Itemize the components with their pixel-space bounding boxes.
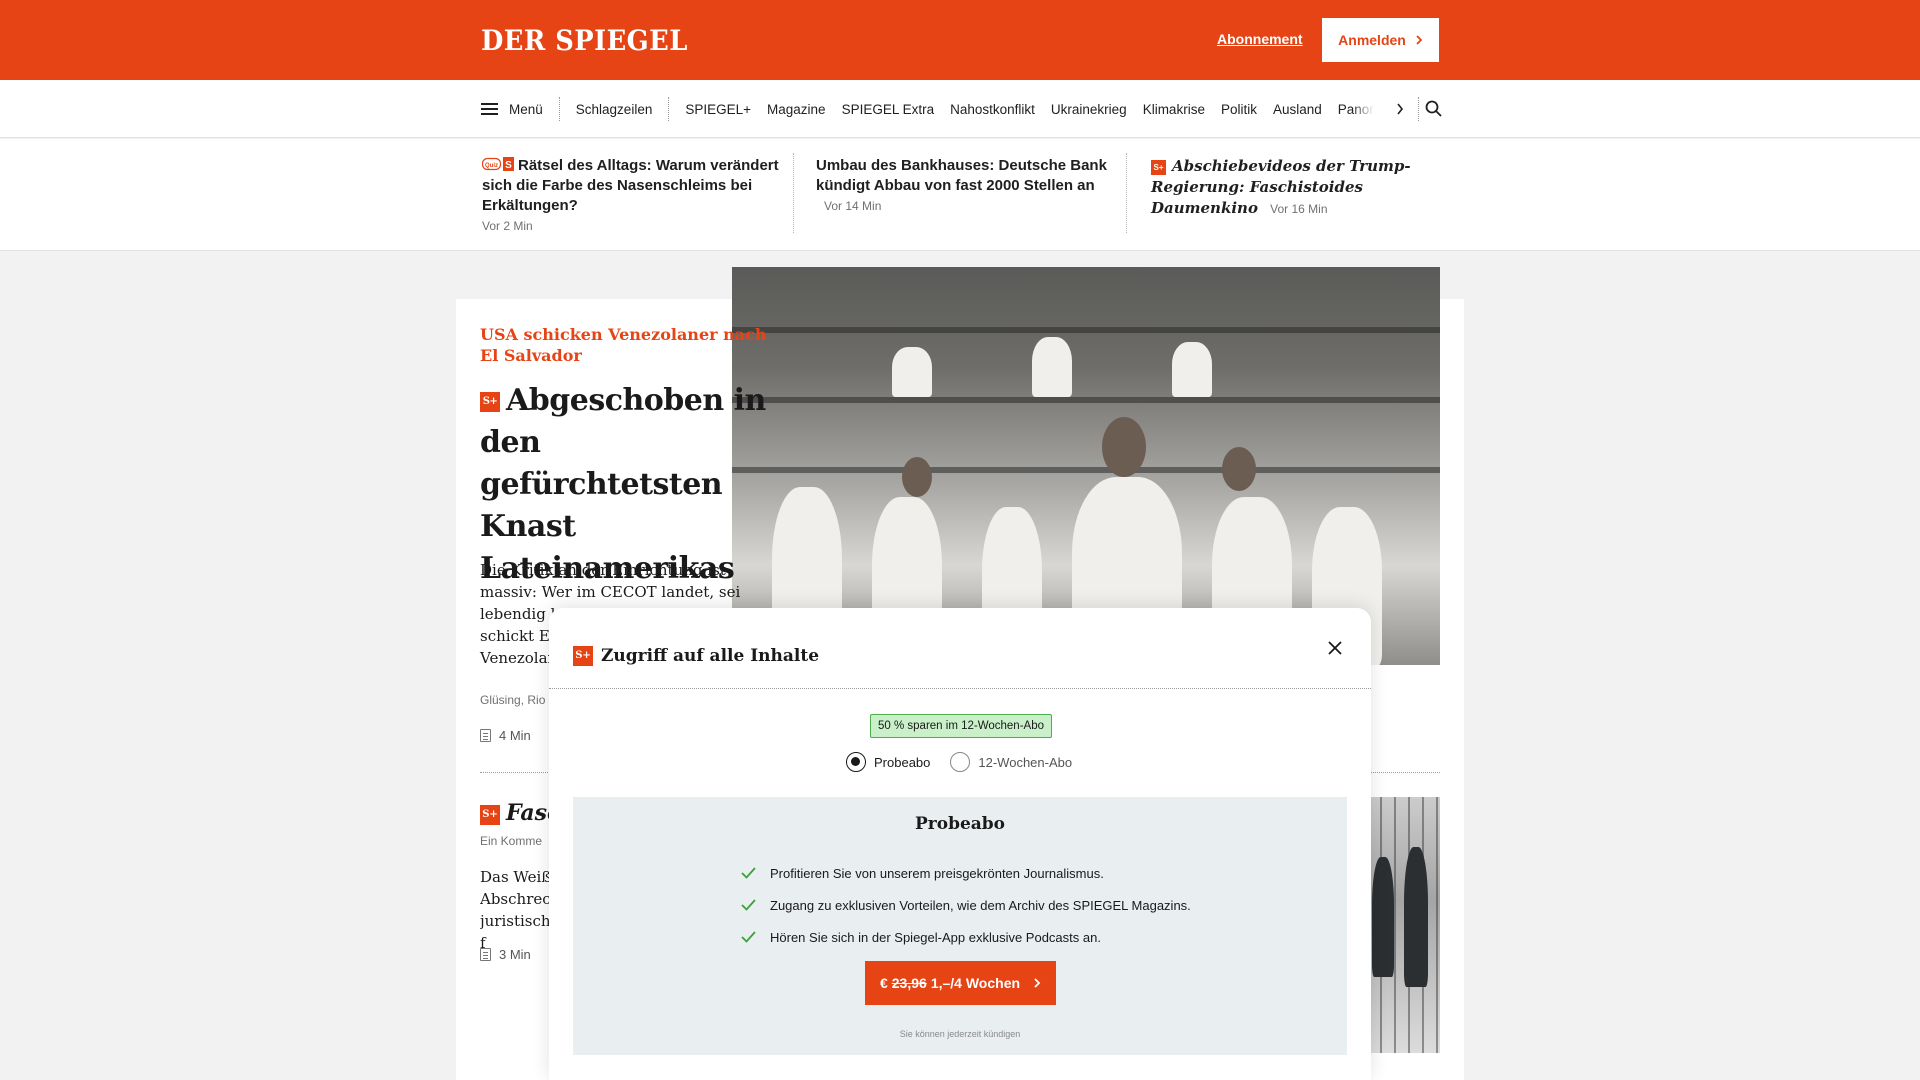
- modal-title-text: Zugriff auf alle Inhalte: [601, 646, 820, 666]
- nav-menu[interactable]: Menü: [509, 102, 543, 117]
- teaser-divider: [793, 153, 794, 233]
- subscription-modal: S+ Zugriff auf alle Inhalte 50 % sparen …: [549, 608, 1371, 1080]
- modal-divider: [549, 688, 1371, 689]
- check-icon: [741, 931, 756, 943]
- radio-circle[interactable]: [846, 752, 866, 772]
- spiegel-plus-badge: S+: [1151, 160, 1166, 175]
- cta-old-price: 23,96: [891, 975, 927, 991]
- article-headline-text: Abgeschoben in den gefürchtetsten Knast …: [480, 383, 766, 586]
- nav-item-nahostkonflikt[interactable]: Nahostkonflikt: [950, 102, 1035, 117]
- teaser-title: Umbau des Bankhauses: Deutsche Bank künd…: [816, 157, 1107, 194]
- plan-details-box: Probeabo Profitieren Sie von unserem pre…: [573, 797, 1347, 1055]
- nav-divider: [1417, 97, 1419, 121]
- teaser-title: Rätsel des Alltags: Warum verändert sich…: [482, 157, 779, 214]
- benefit-list: Profitieren Sie von unserem preisgekrönt…: [741, 857, 1191, 953]
- plan-title: Probeabo: [914, 814, 1006, 834]
- nav-scroll-right-icon[interactable]: [1396, 103, 1404, 115]
- nav-item-ausland[interactable]: Ausland: [1273, 102, 1322, 117]
- nav-headlines[interactable]: Schlagzeilen: [576, 102, 653, 117]
- svg-text:Quiz: Quiz: [485, 163, 498, 169]
- spiegel-plus-badge: S+: [480, 805, 500, 825]
- nav-item-spiegel-plus[interactable]: SPIEGEL+: [685, 102, 751, 117]
- teaser-divider: [1126, 153, 1127, 233]
- benefit-text: Profitieren Sie von unserem preisgekrönt…: [770, 865, 1104, 881]
- cancel-anytime-note: Sie können jederzeit kündigen: [899, 1029, 1021, 1039]
- plan-radio-group: Probeabo 12-Wochen-Abo: [846, 752, 1072, 772]
- readtime-text: 3 Min: [499, 947, 531, 962]
- svg-text:S: S: [505, 160, 512, 171]
- teaser-item[interactable]: S+ Abschiebevideos der Trump-Regierung: F…: [1151, 156, 1411, 219]
- nav-item-politik[interactable]: Politik: [1221, 102, 1257, 117]
- benefit-item: Profitieren Sie von unserem preisgekrönt…: [741, 857, 1191, 889]
- check-icon: [741, 867, 756, 879]
- spiegel-plus-badge: S+: [573, 646, 593, 666]
- benefit-text: Hören Sie sich in der Spiegel-App exklus…: [770, 929, 1101, 945]
- headline-teaser-strip: Quiz S Rätsel des Alltags: Warum verändert…: [0, 139, 1920, 251]
- chevron-right-icon: [1416, 35, 1423, 45]
- quiz-icon: Quiz S: [482, 157, 514, 171]
- article2-subtitle: Ein Komme: [480, 834, 543, 848]
- article2-readtime: 3 Min: [480, 947, 531, 962]
- benefit-item: Hören Sie sich in der Spiegel-App exklus…: [741, 921, 1191, 953]
- close-icon[interactable]: [1325, 638, 1345, 658]
- top-bar: DER SPIEGEL Abonnement Anmelden: [0, 0, 1920, 80]
- nav-divider: [558, 97, 560, 121]
- nav-item-klimakrise[interactable]: Klimakrise: [1143, 102, 1205, 117]
- spiegel-logo[interactable]: DER SPIEGEL: [481, 24, 688, 57]
- abonnement-link[interactable]: Abonnement: [1217, 31, 1303, 47]
- article2-image-guards[interactable]: [1370, 797, 1440, 1053]
- article-readtime: 4 Min: [480, 728, 531, 743]
- teaser-time: Vor 16 Min: [1270, 202, 1328, 216]
- subscribe-cta-button[interactable]: € 23,96 1,–/4 Wochen: [865, 961, 1056, 1005]
- nav-divider: [668, 97, 670, 121]
- readtime-text: 4 Min: [499, 728, 531, 743]
- hamburger-icon[interactable]: [481, 103, 498, 115]
- chevron-right-icon: [1034, 978, 1041, 988]
- teaser-time: Vor 2 Min: [482, 219, 533, 233]
- nav-inner: Menü Schlagzeilen SPIEGEL+ Magazine SPIE…: [481, 80, 1442, 138]
- document-icon: [480, 948, 491, 961]
- benefit-text: Zugang zu exklusiven Vorteilen, wie dem …: [770, 897, 1191, 913]
- teaser-time: Vor 14 Min: [824, 199, 882, 213]
- hero-image-prison[interactable]: [732, 267, 1440, 665]
- article-authors: Glüsing, Rio: [480, 693, 546, 707]
- search-icon[interactable]: [1425, 100, 1442, 117]
- article-kicker[interactable]: USA schicken Venezolaner nach El Salvado…: [480, 324, 770, 366]
- login-label: Anmelden: [1338, 32, 1406, 48]
- check-icon: [741, 899, 756, 911]
- teaser-item[interactable]: Quiz S Rätsel des Alltags: Warum verändert…: [482, 156, 782, 236]
- radio-label: 12-Wochen-Abo: [978, 754, 1073, 770]
- teaser-item[interactable]: Umbau des Bankhauses: Deutsche Bank künd…: [816, 156, 1116, 216]
- radio-12-wochen-abo[interactable]: 12-Wochen-Abo: [950, 752, 1072, 772]
- cta-currency: €: [879, 975, 888, 991]
- benefit-item: Zugang zu exklusiven Vorteilen, wie dem …: [741, 889, 1191, 921]
- nav-item-spiegel-extra[interactable]: SPIEGEL Extra: [842, 102, 935, 117]
- nav-item-ukrainekrieg[interactable]: Ukrainekrieg: [1051, 102, 1127, 117]
- nav-item-magazine[interactable]: Magazine: [767, 102, 826, 117]
- radio-circle[interactable]: [950, 752, 971, 772]
- spiegel-plus-badge: S+: [480, 392, 500, 412]
- modal-title: S+ Zugriff auf alle Inhalte: [573, 646, 819, 666]
- main-nav: Menü Schlagzeilen SPIEGEL+ Magazine SPIE…: [0, 80, 1920, 138]
- login-button[interactable]: Anmelden: [1322, 18, 1439, 62]
- document-icon: [480, 729, 491, 742]
- radio-label: Probeabo: [874, 754, 931, 770]
- nav-item-panorama[interactable]: Panorama: [1338, 101, 1374, 117]
- radio-probeabo[interactable]: Probeabo: [846, 752, 930, 772]
- save-badge: 50 % sparen im 12-Wochen-Abo: [870, 714, 1052, 738]
- cta-new-price: 1,–/4 Wochen: [930, 975, 1021, 991]
- article2-lead: Das Weiß Abschreck juristisch f: [480, 868, 560, 952]
